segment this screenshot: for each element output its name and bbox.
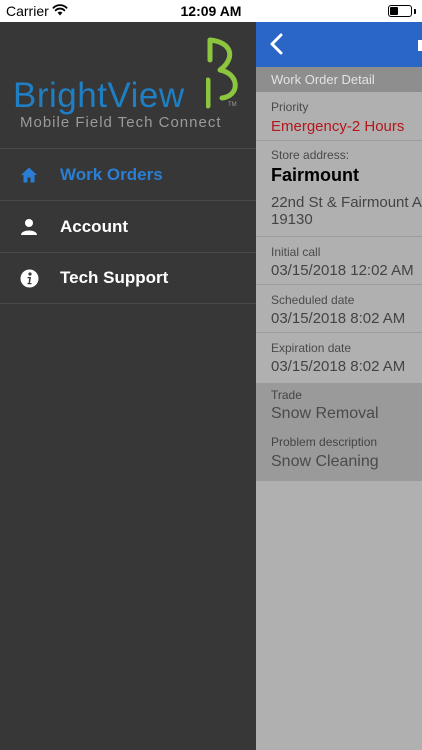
work-order-detail-panel[interactable]: Work Order Detail Priority Emergency-2 H… bbox=[256, 22, 422, 750]
scheduled-date-field: Scheduled date 03/15/2018 8:02 AM bbox=[256, 285, 422, 333]
logo-brand-text: BrightView bbox=[13, 76, 185, 115]
section-header: Work Order Detail bbox=[256, 67, 422, 92]
trade-problem-block: Trade Snow Removal Problem description S… bbox=[256, 383, 422, 481]
home-icon bbox=[19, 165, 39, 185]
priority-value: Emergency-2 Hours bbox=[271, 118, 405, 135]
store-name: Fairmount bbox=[271, 165, 359, 185]
store-address-label: Store address: bbox=[271, 148, 350, 162]
priority-label: Priority bbox=[271, 100, 309, 114]
menu-item-account[interactable]: Account bbox=[0, 200, 256, 252]
logo-leaf-icon bbox=[206, 37, 238, 109]
battery-fill bbox=[390, 7, 398, 15]
logo-trademark: TM bbox=[228, 102, 237, 108]
nav-right-item[interactable] bbox=[418, 40, 422, 51]
battery-tip bbox=[414, 9, 416, 14]
drawer-menu: Work Orders Account Tech Support bbox=[0, 148, 256, 304]
menu-label-work-orders: Work Orders bbox=[60, 164, 163, 184]
side-drawer: BrightView Mobile Field Tech Connect TM … bbox=[0, 22, 256, 750]
store-address-line1: 22nd St & Fairmount Av bbox=[271, 194, 422, 211]
menu-label-tech-support: Tech Support bbox=[60, 268, 169, 287]
logo-tagline: Mobile Field Tech Connect bbox=[20, 114, 222, 131]
chevron-left-icon[interactable] bbox=[266, 32, 288, 56]
nav-bar bbox=[256, 22, 422, 67]
initial-call-field: Initial call 03/15/2018 12:02 AM bbox=[256, 237, 422, 285]
person-icon bbox=[19, 217, 39, 237]
trade-label: Trade bbox=[271, 388, 302, 402]
brand-logo: BrightView Mobile Field Tech Connect TM bbox=[0, 22, 256, 148]
expiration-date-field: Expiration date 03/15/2018 8:02 AM bbox=[256, 333, 422, 381]
initial-call-label: Initial call bbox=[271, 245, 321, 259]
problem-description-value: Snow Cleaning bbox=[271, 453, 379, 470]
battery-icon bbox=[388, 5, 412, 17]
clock: 12:09 AM bbox=[180, 3, 242, 19]
store-address-line2: 19130 bbox=[271, 211, 313, 228]
trade-value: Snow Removal bbox=[271, 405, 379, 422]
menu-item-tech-support[interactable]: Tech Support bbox=[0, 252, 256, 304]
problem-description-label: Problem description bbox=[271, 435, 378, 449]
detail-fields: Priority Emergency-2 Hours Store address… bbox=[256, 92, 422, 381]
menu-item-work-orders[interactable]: Work Orders bbox=[0, 148, 256, 200]
section-title: Work Order Detail bbox=[271, 72, 375, 87]
menu-label-account: Account bbox=[60, 216, 128, 236]
priority-field: Priority Emergency-2 Hours bbox=[256, 92, 422, 141]
scheduled-date-value: 03/15/2018 8:02 AM bbox=[271, 310, 406, 327]
store-address-field: Store address: Fairmount 22nd St & Fairm… bbox=[256, 141, 422, 237]
expiration-date-value: 03/15/2018 8:02 AM bbox=[271, 358, 406, 375]
info-icon bbox=[19, 268, 39, 288]
status-bar: Carrier 12:09 AM bbox=[0, 0, 422, 22]
initial-call-value: 03/15/2018 12:02 AM bbox=[271, 262, 414, 279]
expiration-date-label: Expiration date bbox=[271, 341, 352, 355]
scheduled-date-label: Scheduled date bbox=[271, 293, 355, 307]
